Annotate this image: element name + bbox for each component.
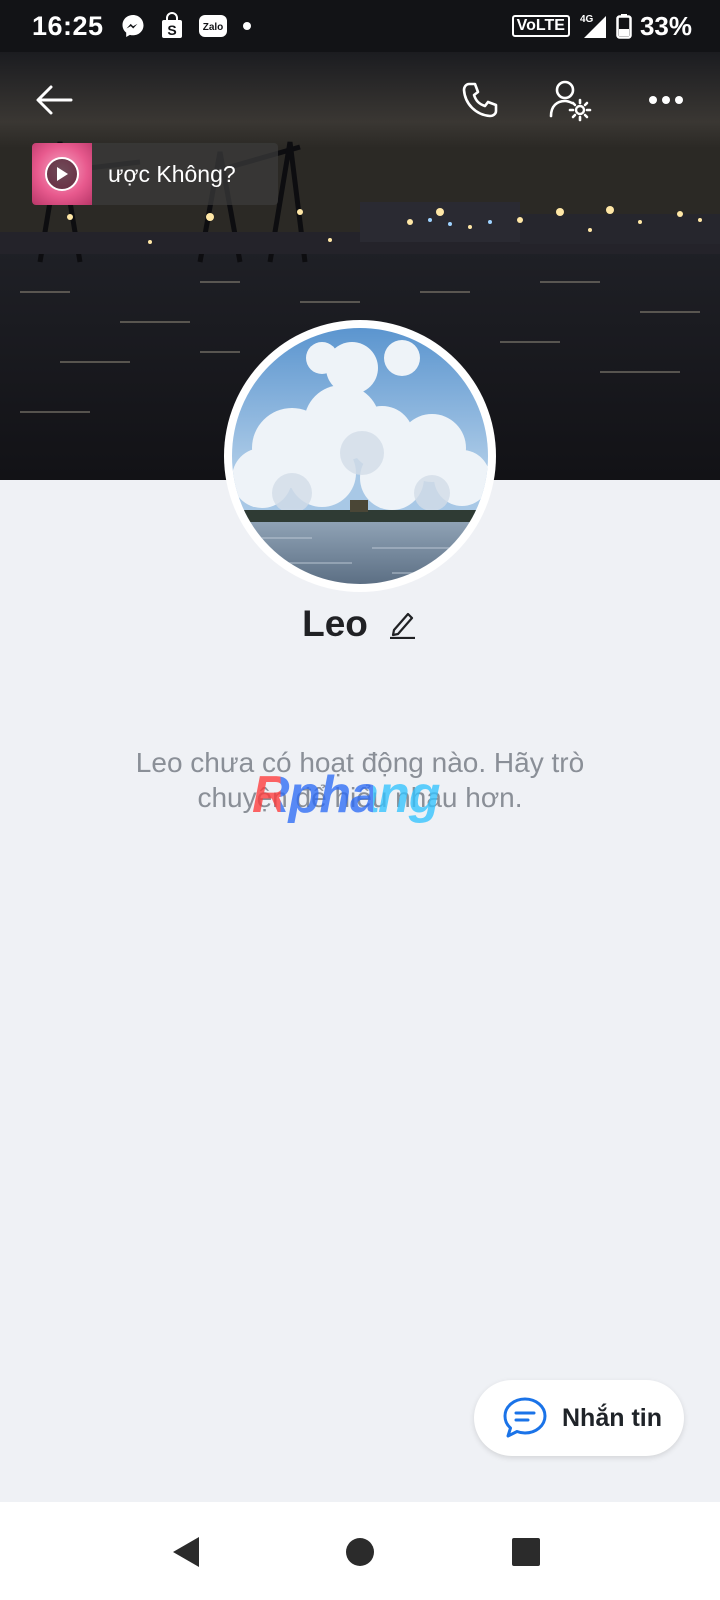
nav-recents-button[interactable] xyxy=(506,1532,546,1572)
nav-recents-icon xyxy=(512,1538,540,1566)
call-button[interactable] xyxy=(454,74,506,126)
music-album-art xyxy=(32,143,92,205)
svg-text:4G: 4G xyxy=(580,14,594,25)
more-horizontal-icon xyxy=(649,96,683,104)
watermark-logo: Rphang xyxy=(252,765,472,825)
phone-icon xyxy=(462,82,498,118)
back-button[interactable] xyxy=(28,74,80,126)
profile-name-row: Leo xyxy=(0,598,720,650)
dot-icon xyxy=(242,21,252,31)
edit-name-button[interactable] xyxy=(386,608,418,640)
nav-back-icon xyxy=(173,1537,199,1567)
chat-bubble-icon xyxy=(503,1397,547,1438)
avatar-image xyxy=(232,328,488,584)
profile-settings-button[interactable] xyxy=(544,74,596,126)
status-left: 16:25 S Zalo xyxy=(32,11,252,42)
battery-percent: 33% xyxy=(639,10,692,41)
arrow-left-icon xyxy=(36,85,73,115)
send-message-label: Nhắn tin xyxy=(562,1403,662,1432)
profile-name: Leo xyxy=(302,603,368,644)
svg-text:Zalo: Zalo xyxy=(202,22,223,33)
profile-music-chip[interactable]: ược Không? xyxy=(32,143,278,205)
zalo-icon: Zalo xyxy=(198,13,228,39)
nav-home-button[interactable] xyxy=(340,1532,380,1572)
shopee-icon: S xyxy=(160,12,184,40)
user-settings-icon xyxy=(549,80,592,122)
volte-indicator: VoLTE xyxy=(511,15,570,37)
pencil-icon xyxy=(389,612,415,639)
music-title: ược Không? xyxy=(108,160,236,187)
status-time: 16:25 xyxy=(32,10,104,41)
system-nav-bar xyxy=(0,1502,720,1600)
play-icon xyxy=(57,167,68,181)
messenger-icon xyxy=(120,13,146,39)
send-message-button[interactable]: Nhắn tin xyxy=(474,1380,684,1456)
profile-header xyxy=(0,52,720,144)
svg-text:S: S xyxy=(167,22,176,38)
avatar[interactable] xyxy=(224,320,496,592)
battery-icon xyxy=(616,13,632,39)
nav-home-icon xyxy=(346,1538,374,1566)
status-bar: 16:25 S Zalo VoLTE 4G 33% xyxy=(0,0,720,52)
more-options-button[interactable] xyxy=(640,74,692,126)
play-button[interactable] xyxy=(45,157,79,191)
signal-icon: 4G xyxy=(578,12,608,40)
status-right: VoLTE 4G 33% xyxy=(511,10,692,42)
nav-back-button[interactable] xyxy=(166,1532,206,1572)
